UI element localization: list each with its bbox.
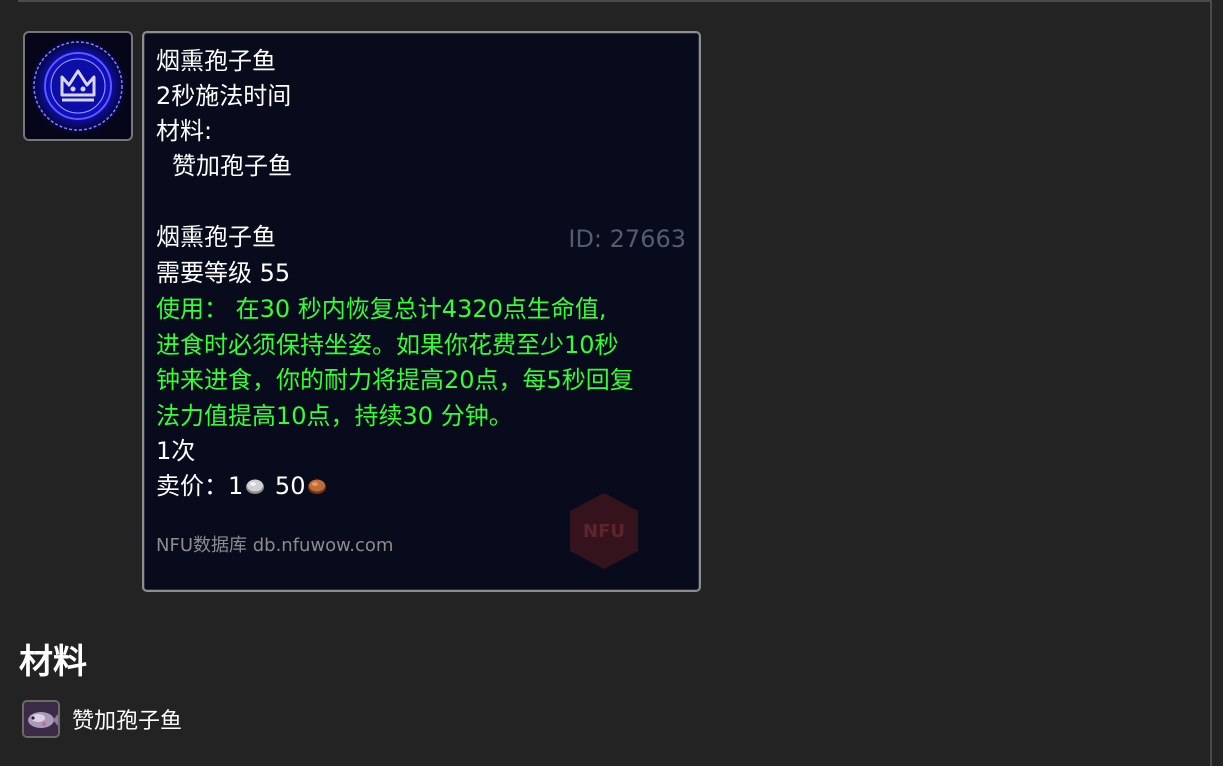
cast-time: 2秒施法时间 [156,82,292,110]
item-id: ID: 27663 [568,225,686,253]
reagents-label: 材料: [156,117,213,145]
top-divider [18,0,1210,2]
spell-tooltip: 烟熏孢子鱼 2秒施法时间 材料: 赞加孢子鱼 烟熏孢子鱼 ID: 27663 需… [142,31,701,592]
reagent-item-text: 赞加孢子鱼 [172,152,292,180]
use-line: 法力值提高10点，持续30 分钟。 [156,401,513,430]
silver-amount: 1 [228,472,244,500]
silver-coin-icon [245,471,265,494]
use-line: 使用： 在30 秒内恢复总计4320点生命值, [156,295,607,323]
cooking-crown-rune-icon[interactable] [23,31,133,141]
materials-heading: 材料 [19,642,87,682]
spell-name: 烟熏孢子鱼 [156,47,276,75]
right-divider [1210,0,1212,766]
material-list-item[interactable]: 赞加孢子鱼 [22,699,182,739]
source-credit: NFU数据库 db.nfuwow.com [156,535,394,556]
watermark-text: NFU [583,521,625,542]
copper-coin-icon [307,471,327,494]
item-name[interactable]: 烟熏孢子鱼 [156,220,276,254]
use-effect-text: 使用： 在30 秒内恢复总计4320点生命值, 进食时必须保持坐姿。如果你花费至… [156,292,696,434]
sell-price: 卖价：1 50 [156,469,329,503]
spore-fish-icon[interactable] [22,700,60,738]
copper-amount: 50 [274,472,306,500]
material-item-label[interactable]: 赞加孢子鱼 [72,703,182,735]
charges: 1次 [156,437,196,465]
nfu-watermark-icon: NFU [570,493,638,569]
use-line: 进食时必须保持坐姿。如果你花费至少10秒 [156,330,619,359]
required-level: 需要等级 55 [156,259,291,287]
sell-price-label: 卖价： [156,472,228,500]
use-line: 钟来进食，你的耐力将提高20点，每5秒回复 [156,366,634,394]
